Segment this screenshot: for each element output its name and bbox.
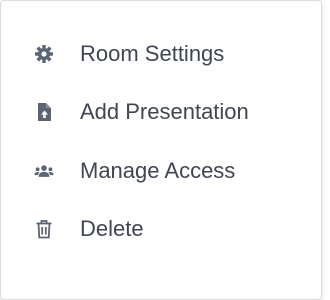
room-options-menu: Room Settings Add Presentation Manage Ac… — [0, 0, 322, 300]
menu-item-delete[interactable]: Delete — [1, 204, 321, 254]
file-upload-icon — [34, 102, 54, 122]
menu-item-label: Add Presentation — [80, 99, 249, 124]
menu-item-label: Delete — [80, 216, 144, 241]
trash-icon — [34, 219, 54, 239]
gear-icon — [34, 44, 54, 64]
menu-item-add-presentation[interactable]: Add Presentation — [1, 87, 321, 137]
menu-item-manage-access[interactable]: Manage Access — [1, 146, 321, 196]
menu-item-label: Room Settings — [80, 41, 225, 66]
users-icon — [34, 161, 54, 181]
menu-item-room-settings[interactable]: Room Settings — [1, 29, 321, 79]
menu-item-label: Manage Access — [80, 158, 236, 183]
